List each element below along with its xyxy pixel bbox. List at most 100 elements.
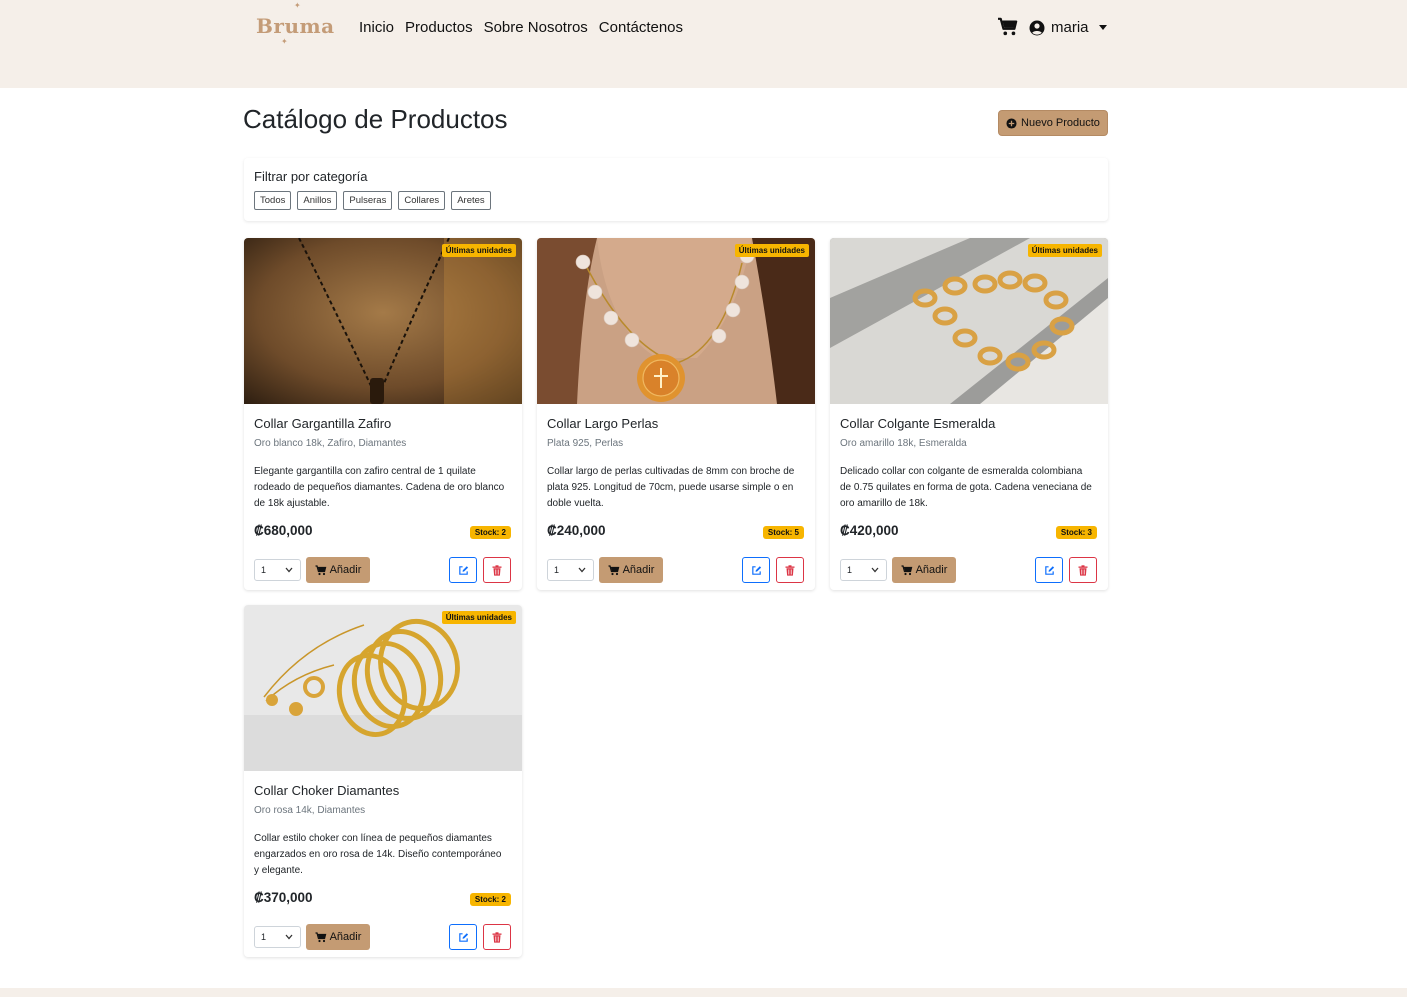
chevron-down-icon xyxy=(285,567,293,573)
quantity-value: 1 xyxy=(261,932,267,942)
chevron-down-icon xyxy=(578,567,586,573)
quantity-value: 1 xyxy=(261,565,267,575)
edit-button[interactable] xyxy=(449,557,477,583)
nav-link-productos[interactable]: Productos xyxy=(405,19,473,36)
stock-badge: Stock: 2 xyxy=(469,893,511,906)
product-image[interactable]: Últimas unidades xyxy=(537,238,815,404)
quantity-value: 1 xyxy=(847,565,853,575)
sparkle-icon: ✦ xyxy=(281,37,288,46)
brand-logo[interactable]: ✦ Bruma ✦ xyxy=(254,2,334,46)
product-materials: Oro rosa 14k, Diamantes xyxy=(254,805,366,816)
product-description: Collar estilo choker con línea de pequeñ… xyxy=(254,833,502,876)
user-circle-icon xyxy=(1029,20,1045,35)
product-image[interactable]: Últimas unidades xyxy=(244,605,522,771)
edit-button[interactable] xyxy=(742,557,770,583)
last-units-badge: Últimas unidades xyxy=(1027,244,1102,257)
edit-icon xyxy=(458,932,468,942)
add-to-cart-button[interactable]: Añadir xyxy=(306,924,370,950)
product-image[interactable]: Últimas unidades xyxy=(830,238,1108,404)
product-name: Collar Choker Diamantes xyxy=(254,783,400,798)
product-price: ₡420,000 xyxy=(840,523,899,538)
product-description: Collar largo de perlas cultivadas de 8mm… xyxy=(547,466,795,509)
cart-icon xyxy=(608,564,619,575)
quantity-select[interactable]: 1 xyxy=(254,559,301,581)
product-name: Collar Gargantilla Zafiro xyxy=(254,416,392,431)
plus-circle-icon xyxy=(1006,117,1017,129)
delete-button[interactable] xyxy=(483,557,511,583)
quantity-select[interactable]: 1 xyxy=(254,926,301,948)
edit-button[interactable] xyxy=(449,924,477,950)
filter-anillos[interactable]: Anillos xyxy=(297,191,338,210)
new-product-button[interactable]: Nuevo Producto xyxy=(998,110,1108,136)
delete-button[interactable] xyxy=(776,557,804,583)
product-card: Últimas unidades Collar Gargantilla Zafi… xyxy=(244,238,522,590)
product-card: Últimas unidades Collar Choker Diamantes… xyxy=(244,605,522,957)
product-description: Delicado collar con colgante de esmerald… xyxy=(840,466,1092,509)
product-card: Últimas unidades Collar Largo Perlas Pla… xyxy=(537,238,815,590)
filter-title: Filtrar por categoría xyxy=(254,169,368,184)
stock-badge: Stock: 3 xyxy=(1055,526,1097,539)
add-to-cart-label: Añadir xyxy=(622,564,655,576)
stock-badge: Stock: 5 xyxy=(762,526,804,539)
edit-icon xyxy=(751,565,761,575)
add-to-cart-label: Añadir xyxy=(329,564,362,576)
last-units-badge: Últimas unidades xyxy=(441,244,516,257)
product-price: ₡240,000 xyxy=(547,523,606,538)
nav-link-inicio[interactable]: Inicio xyxy=(359,19,394,36)
delete-button[interactable] xyxy=(1069,557,1097,583)
product-materials: Plata 925, Perlas xyxy=(547,438,624,449)
user-menu[interactable]: maria xyxy=(1029,19,1107,36)
nav-links: Inicio Productos Sobre Nosotros Contácte… xyxy=(359,19,683,36)
new-product-label: Nuevo Producto xyxy=(1021,117,1100,129)
filter-aretes[interactable]: Aretes xyxy=(451,191,491,210)
sparkle-icon: ✦ xyxy=(294,1,301,10)
product-name: Collar Colgante Esmeralda xyxy=(840,416,996,431)
chevron-down-icon xyxy=(285,934,293,940)
edit-icon xyxy=(1044,565,1054,575)
nav-link-sobre-nosotros[interactable]: Sobre Nosotros xyxy=(484,19,588,36)
filter-card: Filtrar por categoría Todos Anillos Puls… xyxy=(244,158,1108,221)
filter-todos[interactable]: Todos xyxy=(254,191,292,210)
cart-icon xyxy=(315,564,326,575)
filter-collares[interactable]: Collares xyxy=(398,191,446,210)
add-to-cart-button[interactable]: Añadir xyxy=(306,557,370,583)
cart-icon xyxy=(901,564,912,575)
caret-down-icon xyxy=(1098,25,1107,30)
last-units-badge: Últimas unidades xyxy=(441,611,516,624)
nav-link-contactenos[interactable]: Contáctenos xyxy=(599,19,683,36)
add-to-cart-label: Añadir xyxy=(915,564,948,576)
edit-button[interactable] xyxy=(1035,557,1063,583)
edit-icon xyxy=(458,565,468,575)
filter-pulseras[interactable]: Pulseras xyxy=(343,191,393,210)
last-units-badge: Últimas unidades xyxy=(734,244,809,257)
product-image[interactable]: Últimas unidades xyxy=(244,238,522,404)
add-to-cart-button[interactable]: Añadir xyxy=(892,557,956,583)
trash-icon xyxy=(1078,564,1088,576)
delete-button[interactable] xyxy=(483,924,511,950)
filter-pills: Todos Anillos Pulseras Collares Aretes xyxy=(254,191,491,210)
product-card: Últimas unidades Collar Colgante Esmeral… xyxy=(830,238,1108,590)
product-price: ₡680,000 xyxy=(254,523,313,538)
product-materials: Oro blanco 18k, Zafiro, Diamantes xyxy=(254,438,407,449)
quantity-select[interactable]: 1 xyxy=(547,559,594,581)
cart-icon[interactable] xyxy=(997,17,1019,37)
brand-name: Bruma xyxy=(256,14,335,38)
stock-badge: Stock: 2 xyxy=(469,526,511,539)
cart-icon xyxy=(315,931,326,942)
trash-icon xyxy=(785,564,795,576)
page-title: Catálogo de Productos xyxy=(243,104,508,134)
product-name: Collar Largo Perlas xyxy=(547,416,659,431)
trash-icon xyxy=(492,564,502,576)
add-to-cart-label: Añadir xyxy=(329,931,362,943)
quantity-select[interactable]: 1 xyxy=(840,559,887,581)
product-materials: Oro amarillo 18k, Esmeralda xyxy=(840,438,967,449)
product-description: Elegante gargantilla con zafiro central … xyxy=(254,466,505,509)
chevron-down-icon xyxy=(871,567,879,573)
add-to-cart-button[interactable]: Añadir xyxy=(599,557,663,583)
user-name: maria xyxy=(1051,19,1089,36)
product-price: ₡370,000 xyxy=(254,890,313,905)
navbar: ✦ Bruma ✦ Inicio Productos Sobre Nosotro… xyxy=(0,0,1407,88)
quantity-value: 1 xyxy=(554,565,560,575)
trash-icon xyxy=(492,931,502,943)
footer xyxy=(0,988,1407,997)
